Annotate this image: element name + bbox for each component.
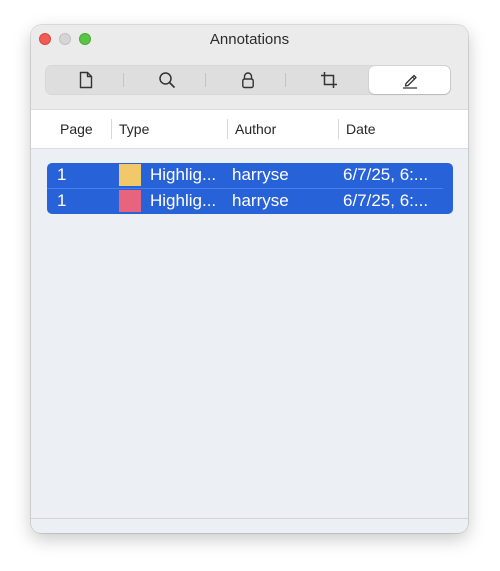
table-row[interactable]: 1 Highlig... harryse 6/7/25, 6:... <box>47 189 453 214</box>
window-footer <box>31 518 468 533</box>
segment-crop[interactable] <box>288 65 369 95</box>
segment-document[interactable] <box>45 65 126 95</box>
segment-annotate[interactable] <box>369 66 450 94</box>
segment-divider <box>285 73 286 87</box>
cell-page: 1 <box>57 191 67 210</box>
mode-segmented-control <box>45 65 451 95</box>
toolbar <box>31 53 468 110</box>
annotations-window: Annotations Page Type Author Date 1 High… <box>31 25 468 533</box>
table-header: Page Type Author Date <box>31 110 468 149</box>
segment-divider <box>123 73 124 87</box>
segment-lock[interactable] <box>207 65 288 95</box>
segment-divider <box>205 73 206 87</box>
cell-type: Highlig... <box>150 165 217 184</box>
column-header-date[interactable]: Date <box>346 121 376 137</box>
pencil-icon <box>402 74 417 89</box>
column-header-type[interactable]: Type <box>119 121 149 137</box>
document-icon <box>79 71 92 89</box>
search-icon <box>158 72 175 88</box>
color-swatch <box>119 190 141 212</box>
lock-icon <box>241 72 254 89</box>
table-row[interactable]: 1 Highlig... harryse 6/7/25, 6:... <box>47 163 453 188</box>
cell-type: Highlig... <box>150 191 217 210</box>
column-divider[interactable] <box>111 119 112 139</box>
cell-author: harryse <box>232 191 289 210</box>
segment-search[interactable] <box>126 65 207 95</box>
title-bar: Annotations <box>31 25 468 53</box>
color-swatch <box>119 164 141 186</box>
column-divider[interactable] <box>338 119 339 139</box>
window-title: Annotations <box>209 31 290 48</box>
cell-date: 6/7/25, 6:... <box>343 191 429 210</box>
column-header-author[interactable]: Author <box>235 121 276 137</box>
cell-author: harryse <box>232 165 289 184</box>
column-divider[interactable] <box>227 119 228 139</box>
crop-icon <box>320 72 337 88</box>
cell-date: 6/7/25, 6:... <box>343 165 429 184</box>
annotations-list: 1 Highlig... harryse 6/7/25, 6:... 1 Hig… <box>47 163 453 214</box>
column-header-page[interactable]: Page <box>60 121 93 137</box>
cell-page: 1 <box>57 165 67 184</box>
